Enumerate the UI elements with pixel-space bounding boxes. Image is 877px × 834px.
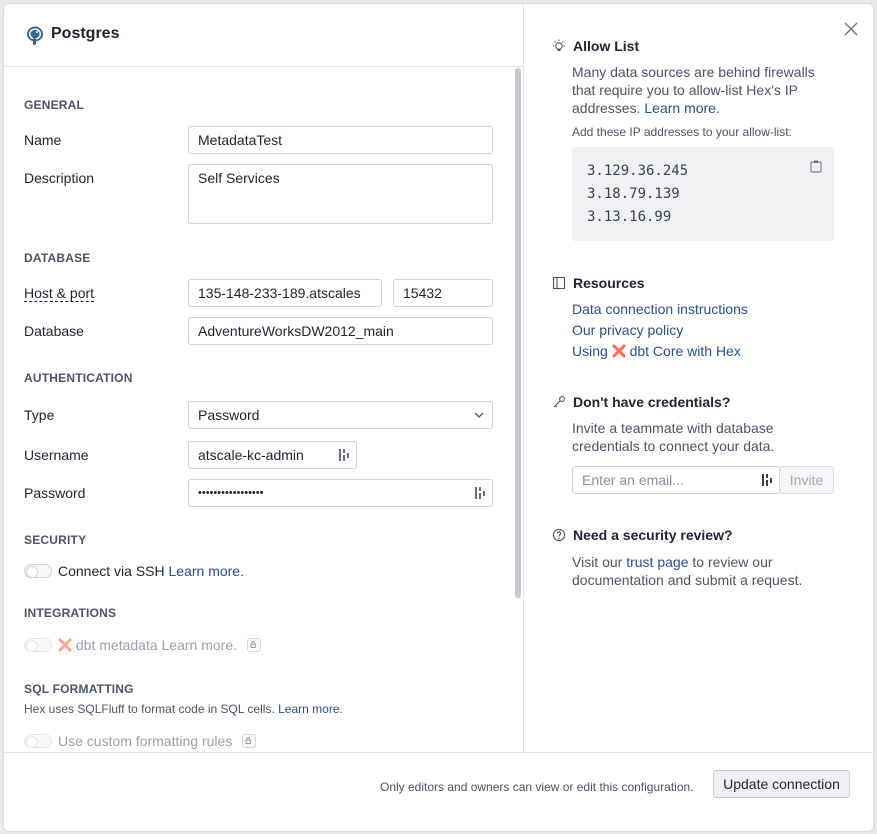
type-select-value: Password	[198, 407, 260, 423]
postgres-elephant-icon	[27, 26, 43, 45]
privacy-policy-link[interactable]: Our privacy policy	[572, 322, 683, 338]
ssh-toggle[interactable]	[24, 564, 52, 578]
allow-list-learn-more-link[interactable]: Learn more.	[644, 100, 719, 116]
password-value: •••••••••••••••••	[198, 487, 264, 499]
username-value: atscale-kc-admin	[198, 447, 304, 463]
password-manager-icon[interactable]	[338, 448, 350, 462]
form-scroll-area[interactable]: GENERAL Name MetadataTest Description Se…	[4, 68, 523, 752]
dbt-core-text: dbt Core with Hex	[629, 343, 741, 359]
section-integrations: INTEGRATIONS	[24, 606, 117, 620]
username-label: Username	[24, 447, 89, 463]
security-review-text: Visit our trust page to review our docum…	[572, 553, 832, 589]
invite-email-placeholder: Enter an email...	[582, 472, 684, 488]
chevron-down-icon	[474, 412, 484, 418]
footer-note: Only editors and owners can view or edit…	[380, 780, 694, 794]
page-title: Postgres	[51, 25, 120, 42]
trust-page-link[interactable]: trust page	[626, 554, 688, 570]
resources-title: Resources	[573, 275, 645, 291]
credentials-title: Don't have credentials?	[573, 394, 731, 410]
allow-list-text: Many data sources are behind firewalls t…	[572, 63, 832, 117]
port-input[interactable]: 15432	[393, 279, 493, 307]
ssh-toggle-label: Connect via SSH Learn more.	[58, 563, 244, 579]
connection-modal: Postgres GENERAL Name MetadataTest Descr…	[3, 3, 874, 832]
credentials-text: Invite a teammate with database credenti…	[572, 420, 775, 454]
lock-icon	[242, 734, 257, 748]
username-input[interactable]: atscale-kc-admin	[188, 441, 357, 469]
password-manager-icon[interactable]	[761, 473, 773, 487]
ip-address-box: 3.129.36.245 3.18.79.139 3.13.16.99	[572, 147, 834, 241]
key-icon	[553, 396, 565, 408]
section-security: SECURITY	[24, 533, 87, 547]
copy-icon[interactable]	[810, 160, 822, 173]
dbt-core-link[interactable]: Using dbt Core with Hex	[572, 343, 741, 359]
ip-label: Add these IP addresses to your allow-lis…	[572, 125, 792, 139]
scrollbar[interactable]	[515, 68, 521, 598]
modal-header: Postgres	[4, 4, 523, 67]
dbt-logo-icon	[58, 638, 72, 652]
name-input[interactable]: MetadataTest	[188, 126, 493, 154]
dbt-logo-icon	[612, 344, 626, 358]
type-select[interactable]: Password	[188, 401, 493, 429]
database-input[interactable]: AdventureWorksDW2012_main	[188, 317, 493, 345]
data-connection-instructions-link[interactable]: Data connection instructions	[572, 301, 748, 317]
help-circle-icon	[552, 528, 566, 542]
invite-email-input[interactable]: Enter an email...	[572, 466, 780, 494]
dbt-metadata-label: dbt metadata Learn more.	[58, 637, 261, 653]
invite-button[interactable]: Invite	[779, 466, 834, 494]
description-label: Description	[24, 170, 95, 186]
lock-icon	[246, 638, 261, 652]
info-panel: Allow List Many data sources are behind …	[524, 4, 873, 752]
update-connection-button[interactable]: Update connection	[713, 770, 850, 798]
ip-address: 3.18.79.139	[587, 186, 680, 202]
dbt-metadata-toggle[interactable]	[24, 638, 52, 652]
ip-address: 3.129.36.245	[587, 163, 689, 179]
allow-list-title: Allow List	[573, 38, 640, 54]
sqlfluff-note-text: Hex uses SQLFluff to format code in SQL …	[24, 702, 275, 716]
custom-formatting-toggle[interactable]	[24, 734, 52, 748]
lightbulb-icon	[553, 39, 565, 51]
custom-formatting-text: Use custom formatting rules	[58, 733, 233, 749]
config-panel: Postgres GENERAL Name MetadataTest Descr…	[4, 4, 524, 752]
sqlfluff-learn-more-link[interactable]: Learn more.	[278, 702, 343, 716]
description-textarea[interactable]: Self Services	[188, 164, 493, 224]
security-review-prefix: Visit our	[572, 554, 623, 570]
dbt-metadata-text: dbt metadata	[75, 637, 158, 653]
password-manager-icon[interactable]	[474, 486, 486, 500]
dbt-core-prefix: Using	[572, 343, 608, 359]
ip-address: 3.13.16.99	[587, 209, 672, 225]
section-sql-formatting: SQL FORMATTING	[24, 682, 134, 696]
section-database: DATABASE	[24, 251, 91, 265]
type-label: Type	[24, 407, 55, 423]
password-label: Password	[24, 485, 86, 501]
database-label: Database	[24, 323, 84, 339]
security-review-title: Need a security review?	[573, 527, 733, 543]
dbt-learn-more-link[interactable]: Learn more.	[162, 637, 237, 653]
ssh-learn-more-link[interactable]: Learn more.	[169, 563, 244, 579]
section-authentication: AUTHENTICATION	[24, 371, 133, 385]
password-input[interactable]: •••••••••••••••••	[188, 479, 493, 507]
sqlfluff-note: Hex uses SQLFluff to format code in SQL …	[24, 702, 343, 716]
book-icon	[552, 276, 566, 290]
name-label: Name	[24, 132, 62, 148]
close-icon[interactable]	[844, 22, 858, 36]
host-port-label[interactable]: Host & port	[24, 285, 95, 302]
ssh-label-text: Connect via SSH	[58, 563, 165, 579]
section-general: GENERAL	[24, 98, 85, 112]
custom-formatting-label: Use custom formatting rules	[58, 733, 257, 749]
host-input[interactable]: 135-148-233-189.atscales	[188, 279, 382, 307]
modal-footer: Only editors and owners can view or edit…	[4, 752, 873, 831]
